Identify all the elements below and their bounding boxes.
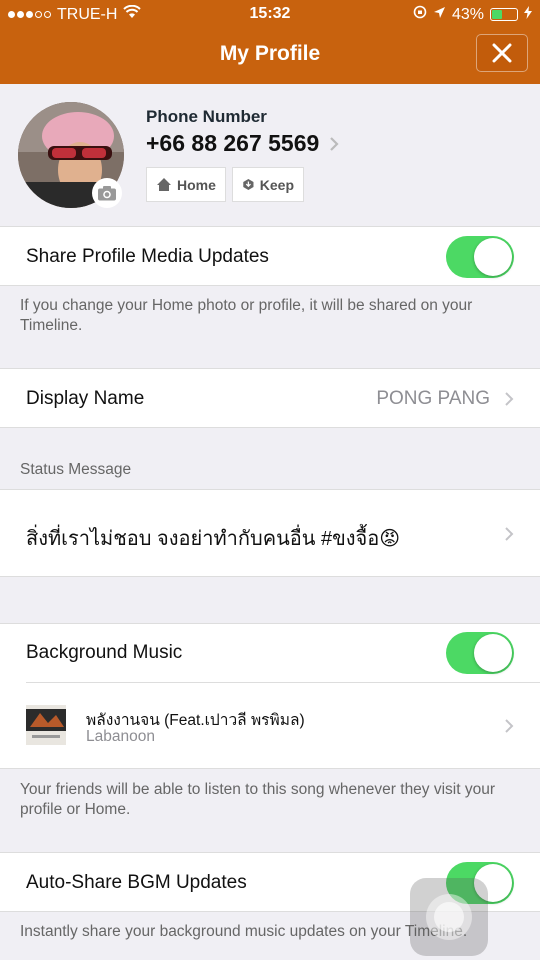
status-message-text: สิ่งที่เราไม่ชอบ จงอย่าทำกับคนอื่น #ขงจื… bbox=[26, 528, 401, 550]
chevron-right-icon bbox=[505, 527, 514, 541]
background-music-note: Your friends will be able to listen to t… bbox=[20, 781, 496, 818]
status-message-row[interactable]: สิ่งที่เราไม่ชอบ จงอย่าทำกับคนอื่น #ขงจื… bbox=[0, 489, 540, 577]
share-profile-media-row: Share Profile Media Updates bbox=[0, 226, 540, 286]
song-row[interactable]: พลังงานจน (Feat.เปาวลี พรพิมล) Labanoon bbox=[0, 683, 540, 769]
assistive-touch-button[interactable] bbox=[410, 878, 488, 956]
home-icon bbox=[157, 178, 171, 191]
battery-icon bbox=[490, 8, 518, 21]
song-artist: Labanoon bbox=[86, 728, 155, 745]
chevron-right-icon bbox=[505, 719, 514, 733]
rotation-lock-icon bbox=[413, 5, 427, 24]
status-right: 43% bbox=[413, 5, 532, 24]
page-title: My Profile bbox=[219, 42, 321, 65]
share-profile-media-toggle[interactable] bbox=[446, 236, 514, 278]
keep-button[interactable]: Keep bbox=[232, 167, 304, 202]
close-icon bbox=[492, 43, 512, 63]
background-music-group: Background Music พลังงานจน (Feat.เปาวลี … bbox=[0, 623, 540, 769]
background-music-label: Background Music bbox=[26, 642, 183, 663]
status-bar: TRUE-H 15:32 43% bbox=[0, 0, 540, 28]
phone-number-value: +66 88 267 5569 bbox=[146, 130, 320, 156]
phone-number-label: Phone Number bbox=[146, 107, 267, 126]
share-profile-media-note: If you change your Home photo or profile… bbox=[20, 297, 473, 334]
chevron-right-icon bbox=[330, 136, 339, 151]
navigation-bar: My Profile bbox=[0, 28, 540, 84]
background-music-row: Background Music bbox=[0, 624, 540, 682]
keep-icon bbox=[243, 178, 254, 191]
camera-icon[interactable] bbox=[92, 178, 122, 208]
auto-share-bgm-label: Auto-Share BGM Updates bbox=[26, 872, 247, 893]
status-message-header: Status Message bbox=[20, 461, 132, 478]
home-button[interactable]: Home bbox=[146, 167, 226, 202]
location-arrow-icon bbox=[433, 6, 446, 24]
display-name-value: PONG PANG bbox=[376, 388, 490, 409]
background-music-toggle[interactable] bbox=[446, 632, 514, 674]
phone-number-link[interactable]: +66 88 267 5569 bbox=[146, 130, 339, 157]
home-button-label: Home bbox=[177, 176, 216, 193]
profile-header: Phone Number +66 88 267 5569 Home Keep bbox=[0, 84, 540, 226]
close-button[interactable] bbox=[476, 34, 528, 72]
charging-bolt-icon bbox=[524, 5, 532, 24]
battery-percent: 43% bbox=[451, 5, 484, 23]
chevron-right-icon bbox=[505, 392, 514, 406]
album-art bbox=[26, 705, 66, 745]
keep-button-label: Keep bbox=[259, 176, 294, 193]
display-name-label: Display Name bbox=[26, 388, 145, 409]
display-name-row[interactable]: Display Name PONG PANG bbox=[0, 368, 540, 428]
share-profile-media-label: Share Profile Media Updates bbox=[26, 246, 269, 267]
